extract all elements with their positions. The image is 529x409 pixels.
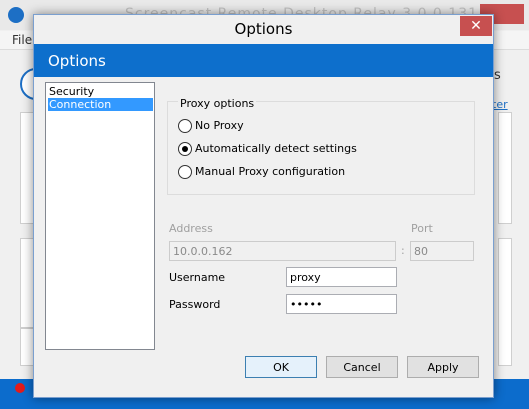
port-separator: :	[401, 244, 405, 257]
radio-manual-proxy-label[interactable]: Manual Proxy configuration	[195, 165, 345, 178]
dialog-header-title: Options	[48, 52, 106, 70]
radio-auto-detect-indicator[interactable]	[178, 142, 192, 156]
status-indicator-icon	[15, 383, 25, 393]
apply-button[interactable]: Apply	[407, 356, 479, 378]
dialog-header: Options	[34, 44, 493, 77]
parent-panel-left-top	[20, 112, 34, 224]
nav-item-connection[interactable]: Connection	[48, 98, 153, 111]
parent-panel-right-bottom	[498, 238, 512, 366]
username-label: Username	[169, 271, 226, 284]
dialog-titlebar: Options ✕	[34, 15, 493, 44]
proxy-options-legend: Proxy options	[178, 97, 257, 110]
parent-panel-right-top	[498, 112, 512, 224]
options-nav-list[interactable]: Security Connection	[45, 82, 155, 350]
nav-item-security[interactable]: Security	[48, 85, 153, 98]
radio-no-proxy-label[interactable]: No Proxy	[195, 119, 244, 132]
port-field[interactable]	[410, 241, 474, 261]
username-field[interactable]	[286, 267, 397, 287]
radio-auto-detect-label[interactable]: Automatically detect settings	[195, 142, 357, 155]
parent-right-link[interactable]: ter	[492, 98, 508, 111]
address-field[interactable]	[169, 241, 396, 261]
parent-panel-left-bottom	[20, 238, 34, 328]
cancel-button[interactable]: Cancel	[326, 356, 398, 378]
menu-file[interactable]: File	[12, 33, 32, 47]
close-icon[interactable]: ✕	[460, 16, 492, 36]
ok-button[interactable]: OK	[245, 356, 317, 378]
radio-manual-proxy-indicator[interactable]	[178, 165, 192, 179]
port-label: Port	[411, 222, 433, 235]
address-label: Address	[169, 222, 213, 235]
app-icon	[8, 7, 24, 23]
dialog-title: Options	[234, 20, 293, 38]
parent-panel-left-footer	[20, 328, 34, 366]
parent-right-text: s	[494, 68, 501, 83]
radio-no-proxy-indicator[interactable]	[178, 119, 192, 133]
options-dialog: Options ✕ Options Security Connection Pr…	[33, 14, 494, 398]
password-label: Password	[169, 298, 221, 311]
password-field[interactable]	[286, 294, 397, 314]
